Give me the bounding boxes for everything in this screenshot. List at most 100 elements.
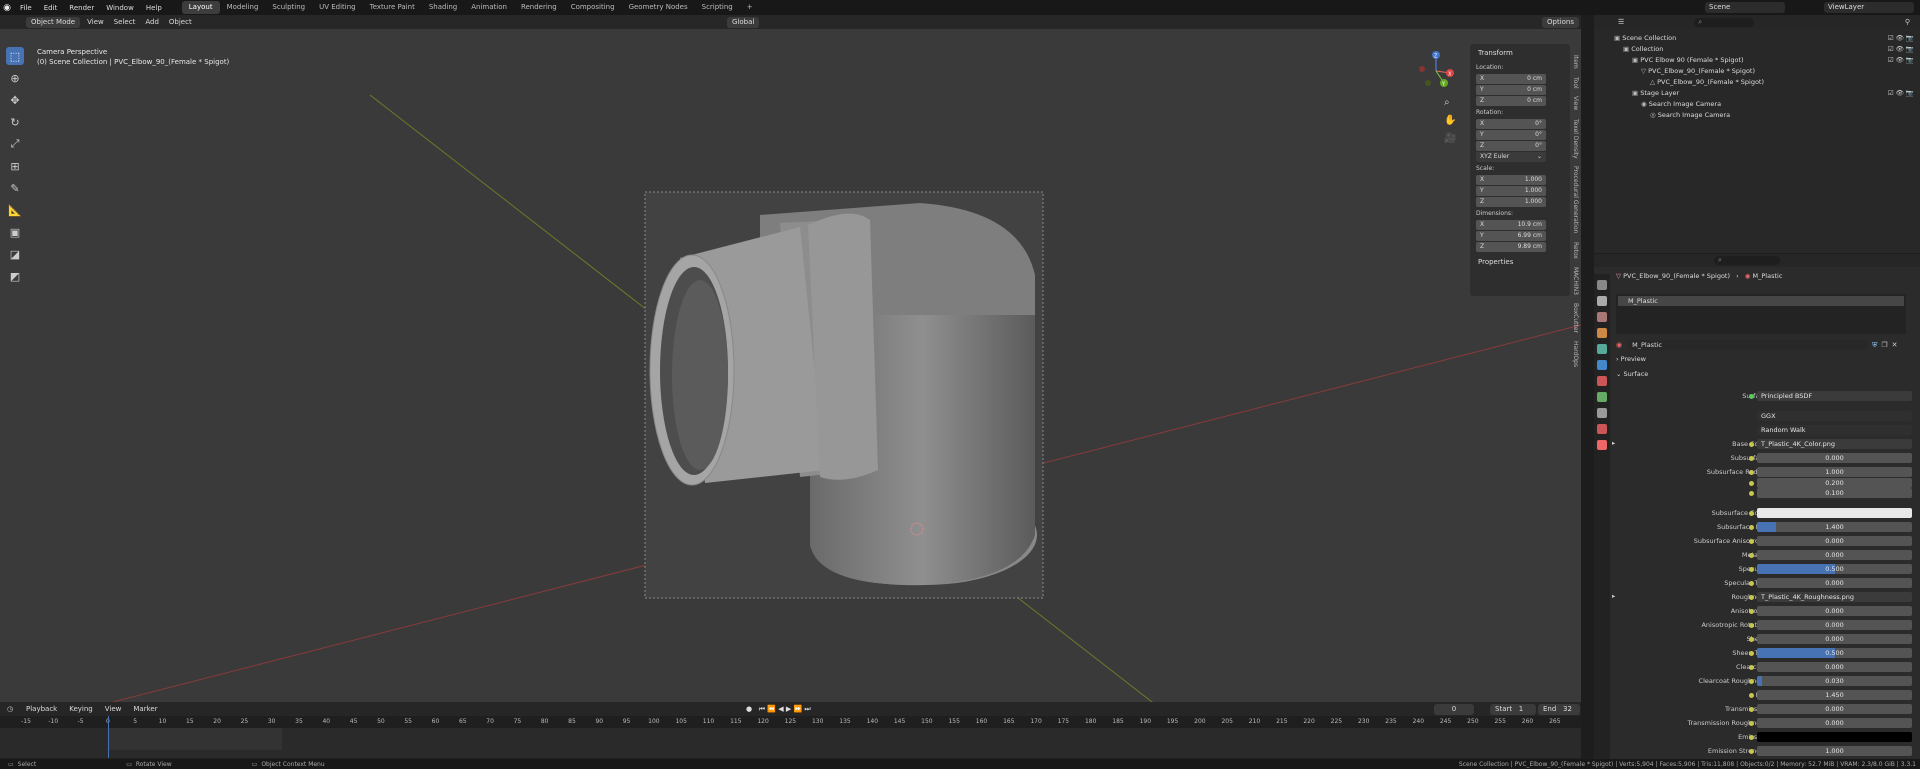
bsdf-value-slider[interactable]: 0.000 [1757, 634, 1912, 644]
menu-help[interactable]: Help [140, 4, 168, 12]
workspace-tab-shading[interactable]: Shading [422, 1, 464, 14]
properties-tab-icon[interactable] [1597, 312, 1607, 322]
bsdf-value-slider[interactable]: 0.500 [1757, 648, 1912, 658]
visibility-icon[interactable]: ☑ 👁 📷 [1888, 55, 1914, 66]
viewport-menu-view[interactable]: View [82, 18, 109, 26]
bsdf-value-slider[interactable]: 0.000 [1757, 718, 1912, 728]
bsdf-value-slider[interactable]: 0.200 [1757, 477, 1912, 488]
properties-tab-icon[interactable] [1597, 440, 1607, 450]
frame-ruler[interactable]: -15-10-505101520253035404550556065707580… [0, 716, 1581, 728]
mode-selector[interactable]: Object Mode [26, 16, 81, 28]
scale-y-field[interactable]: Y 1.000 [1476, 186, 1546, 196]
scale-x-field[interactable]: X 1.000 [1476, 175, 1546, 185]
outliner-filter-icon[interactable]: ⚲ [1905, 18, 1910, 26]
transform-header[interactable]: Transform [1470, 44, 1570, 62]
cursor-tool-icon[interactable]: ⊕ [6, 69, 24, 87]
rotation-x-field[interactable]: X 0° [1476, 119, 1546, 129]
pan-icon[interactable]: ✋ [1444, 115, 1456, 126]
properties-tab-icon[interactable] [1597, 344, 1607, 354]
timeline-menu-playback[interactable]: Playback [20, 705, 63, 713]
view-layer-selector[interactable]: ViewLayer [1824, 2, 1914, 13]
menu-window[interactable]: Window [100, 4, 140, 12]
outliner-row[interactable]: ◉ Search Image Camera [1594, 99, 1920, 110]
timeline-track[interactable] [0, 716, 1581, 758]
color-swatch[interactable] [1757, 732, 1912, 742]
properties-header[interactable]: Properties [1470, 253, 1570, 271]
workspace-tab-texture-paint[interactable]: Texture Paint [363, 1, 422, 14]
timeline-menu-keying[interactable]: Keying [63, 705, 99, 713]
visibility-icon[interactable]: ☑ 👁 📷 [1888, 44, 1914, 55]
add-workspace-button[interactable]: + [740, 1, 760, 14]
dimensions-x-field[interactable]: X 10.9 cm [1476, 220, 1546, 230]
bsdf-value-slider[interactable]: 0.000 [1757, 704, 1912, 714]
workspace-tab-layout[interactable]: Layout [181, 1, 220, 14]
properties-tab-icon[interactable] [1597, 296, 1607, 306]
bsdf-value-slider[interactable]: 1.400 [1757, 522, 1912, 532]
scene-selector[interactable]: Scene [1705, 2, 1785, 13]
menu-file[interactable]: File [14, 4, 38, 12]
outliner-row[interactable]: ▣ Collection ☑ 👁 📷 [1594, 44, 1920, 55]
properties-tab-icon[interactable] [1597, 424, 1607, 434]
zoom-icon[interactable]: ⌕ [1444, 97, 1450, 108]
sidebar-tab-procedural-generation[interactable]: Procedural Generation [1572, 166, 1579, 233]
properties-tab-icon[interactable] [1597, 360, 1607, 370]
visibility-icon[interactable]: ☑ 👁 📷 [1888, 33, 1914, 44]
rotate-tool-icon[interactable]: ↻ [6, 113, 24, 131]
outliner-row[interactable]: △ PVC_Elbow_90_(Female * Spigot) [1594, 77, 1920, 88]
bsdf-value-slider[interactable]: 0.000 [1757, 536, 1912, 546]
properties-search-input[interactable]: ⌕ [1714, 256, 1780, 265]
move-tool-icon[interactable]: ✥ [6, 91, 24, 109]
viewport-menu-object[interactable]: Object [164, 18, 197, 26]
location-z-field[interactable]: Z 0 cm [1476, 96, 1546, 106]
workspace-tab-scripting[interactable]: Scripting [695, 1, 740, 14]
bsdf-value-slider[interactable]: 1.000 [1757, 467, 1912, 477]
outliner-display-icon[interactable]: ☰ [1618, 18, 1624, 26]
fake-user-icon[interactable]: ⛨ [1872, 341, 1877, 350]
bsdf-value-slider[interactable]: 0.000 [1757, 578, 1912, 588]
annotate-tool-icon[interactable]: ✎ [6, 179, 24, 197]
properties-tab-icon[interactable] [1597, 328, 1607, 338]
outliner-row[interactable]: ▣ Scene Collection ☑ 👁 📷 [1594, 33, 1920, 44]
workspace-tab-rendering[interactable]: Rendering [514, 1, 564, 14]
bsdf-value-slider[interactable]: 0.100 [1757, 488, 1912, 498]
orientation-selector[interactable]: Global [727, 16, 760, 28]
workspace-tab-compositing[interactable]: Compositing [564, 1, 622, 14]
sidebar-tab-tool[interactable]: Tool [1572, 77, 1579, 89]
properties-tab-icon[interactable] [1597, 280, 1607, 290]
sidebar-tab-item[interactable]: Item [1572, 55, 1579, 69]
bsdf-value-slider[interactable]: 1.450 [1757, 690, 1912, 700]
expand-icon[interactable]: ▸ [1612, 439, 1615, 447]
transform-tool-icon[interactable]: ⊞ [6, 157, 24, 175]
outliner-row[interactable]: ▣ Stage Layer ☑ 👁 📷 [1594, 88, 1920, 99]
workspace-tab-uv-editing[interactable]: UV Editing [312, 1, 363, 14]
workspace-tab-geometry-nodes[interactable]: Geometry Nodes [622, 1, 695, 14]
rotation-y-field[interactable]: Y 0° [1476, 130, 1546, 140]
bsdf-value-slider[interactable]: 0.000 [1757, 662, 1912, 672]
bsdf-value-slider[interactable]: 0.000 [1757, 550, 1912, 560]
rotation-z-field[interactable]: Z 0° [1476, 141, 1546, 151]
outliner-row[interactable]: ▣ PVC Elbow 90 (Female * Spigot) ☑ 👁 📷 [1594, 55, 1920, 66]
bsdf-value-slider[interactable]: 0.000 [1757, 620, 1912, 630]
dimensions-z-field[interactable]: Z 9.89 cm [1476, 242, 1546, 252]
copy-material-icon[interactable]: ❐ [1881, 341, 1887, 349]
surface-shader-field[interactable]: Principled BSDF [1757, 391, 1912, 401]
bsdf-texture-field[interactable]: T_Plastic_4K_Color.png [1757, 439, 1912, 449]
blender-logo-icon[interactable]: ◉ [0, 3, 14, 13]
expand-icon[interactable]: ▸ [1612, 592, 1615, 600]
end-frame-field[interactable]: End 32 [1538, 703, 1580, 715]
viewport-menu-select[interactable]: Select [109, 18, 141, 26]
location-x-field[interactable]: X 0 cm [1476, 74, 1546, 84]
dimensions-y-field[interactable]: Y 6.99 cm [1476, 231, 1546, 241]
select-box-tool-icon[interactable]: ⬚ [6, 47, 24, 65]
workspace-tab-sculpting[interactable]: Sculpting [265, 1, 312, 14]
bsdf-value-slider[interactable]: 0.000 [1757, 606, 1912, 616]
3d-viewport[interactable]: Object Mode View Select Add Object Global O… [0, 15, 1581, 702]
sidebar-tab-retox[interactable]: Retox [1572, 242, 1579, 259]
sidebar-tab-texel-density[interactable]: Texel Density [1572, 119, 1579, 159]
properties-tab-icon[interactable] [1597, 408, 1607, 418]
material-slot[interactable]: M_Plastic [1618, 296, 1904, 306]
location-y-field[interactable]: Y 0 cm [1476, 85, 1546, 95]
timeline-editor-icon[interactable]: ◷ [0, 705, 20, 713]
menu-edit[interactable]: Edit [38, 4, 64, 12]
playhead[interactable] [108, 716, 109, 758]
